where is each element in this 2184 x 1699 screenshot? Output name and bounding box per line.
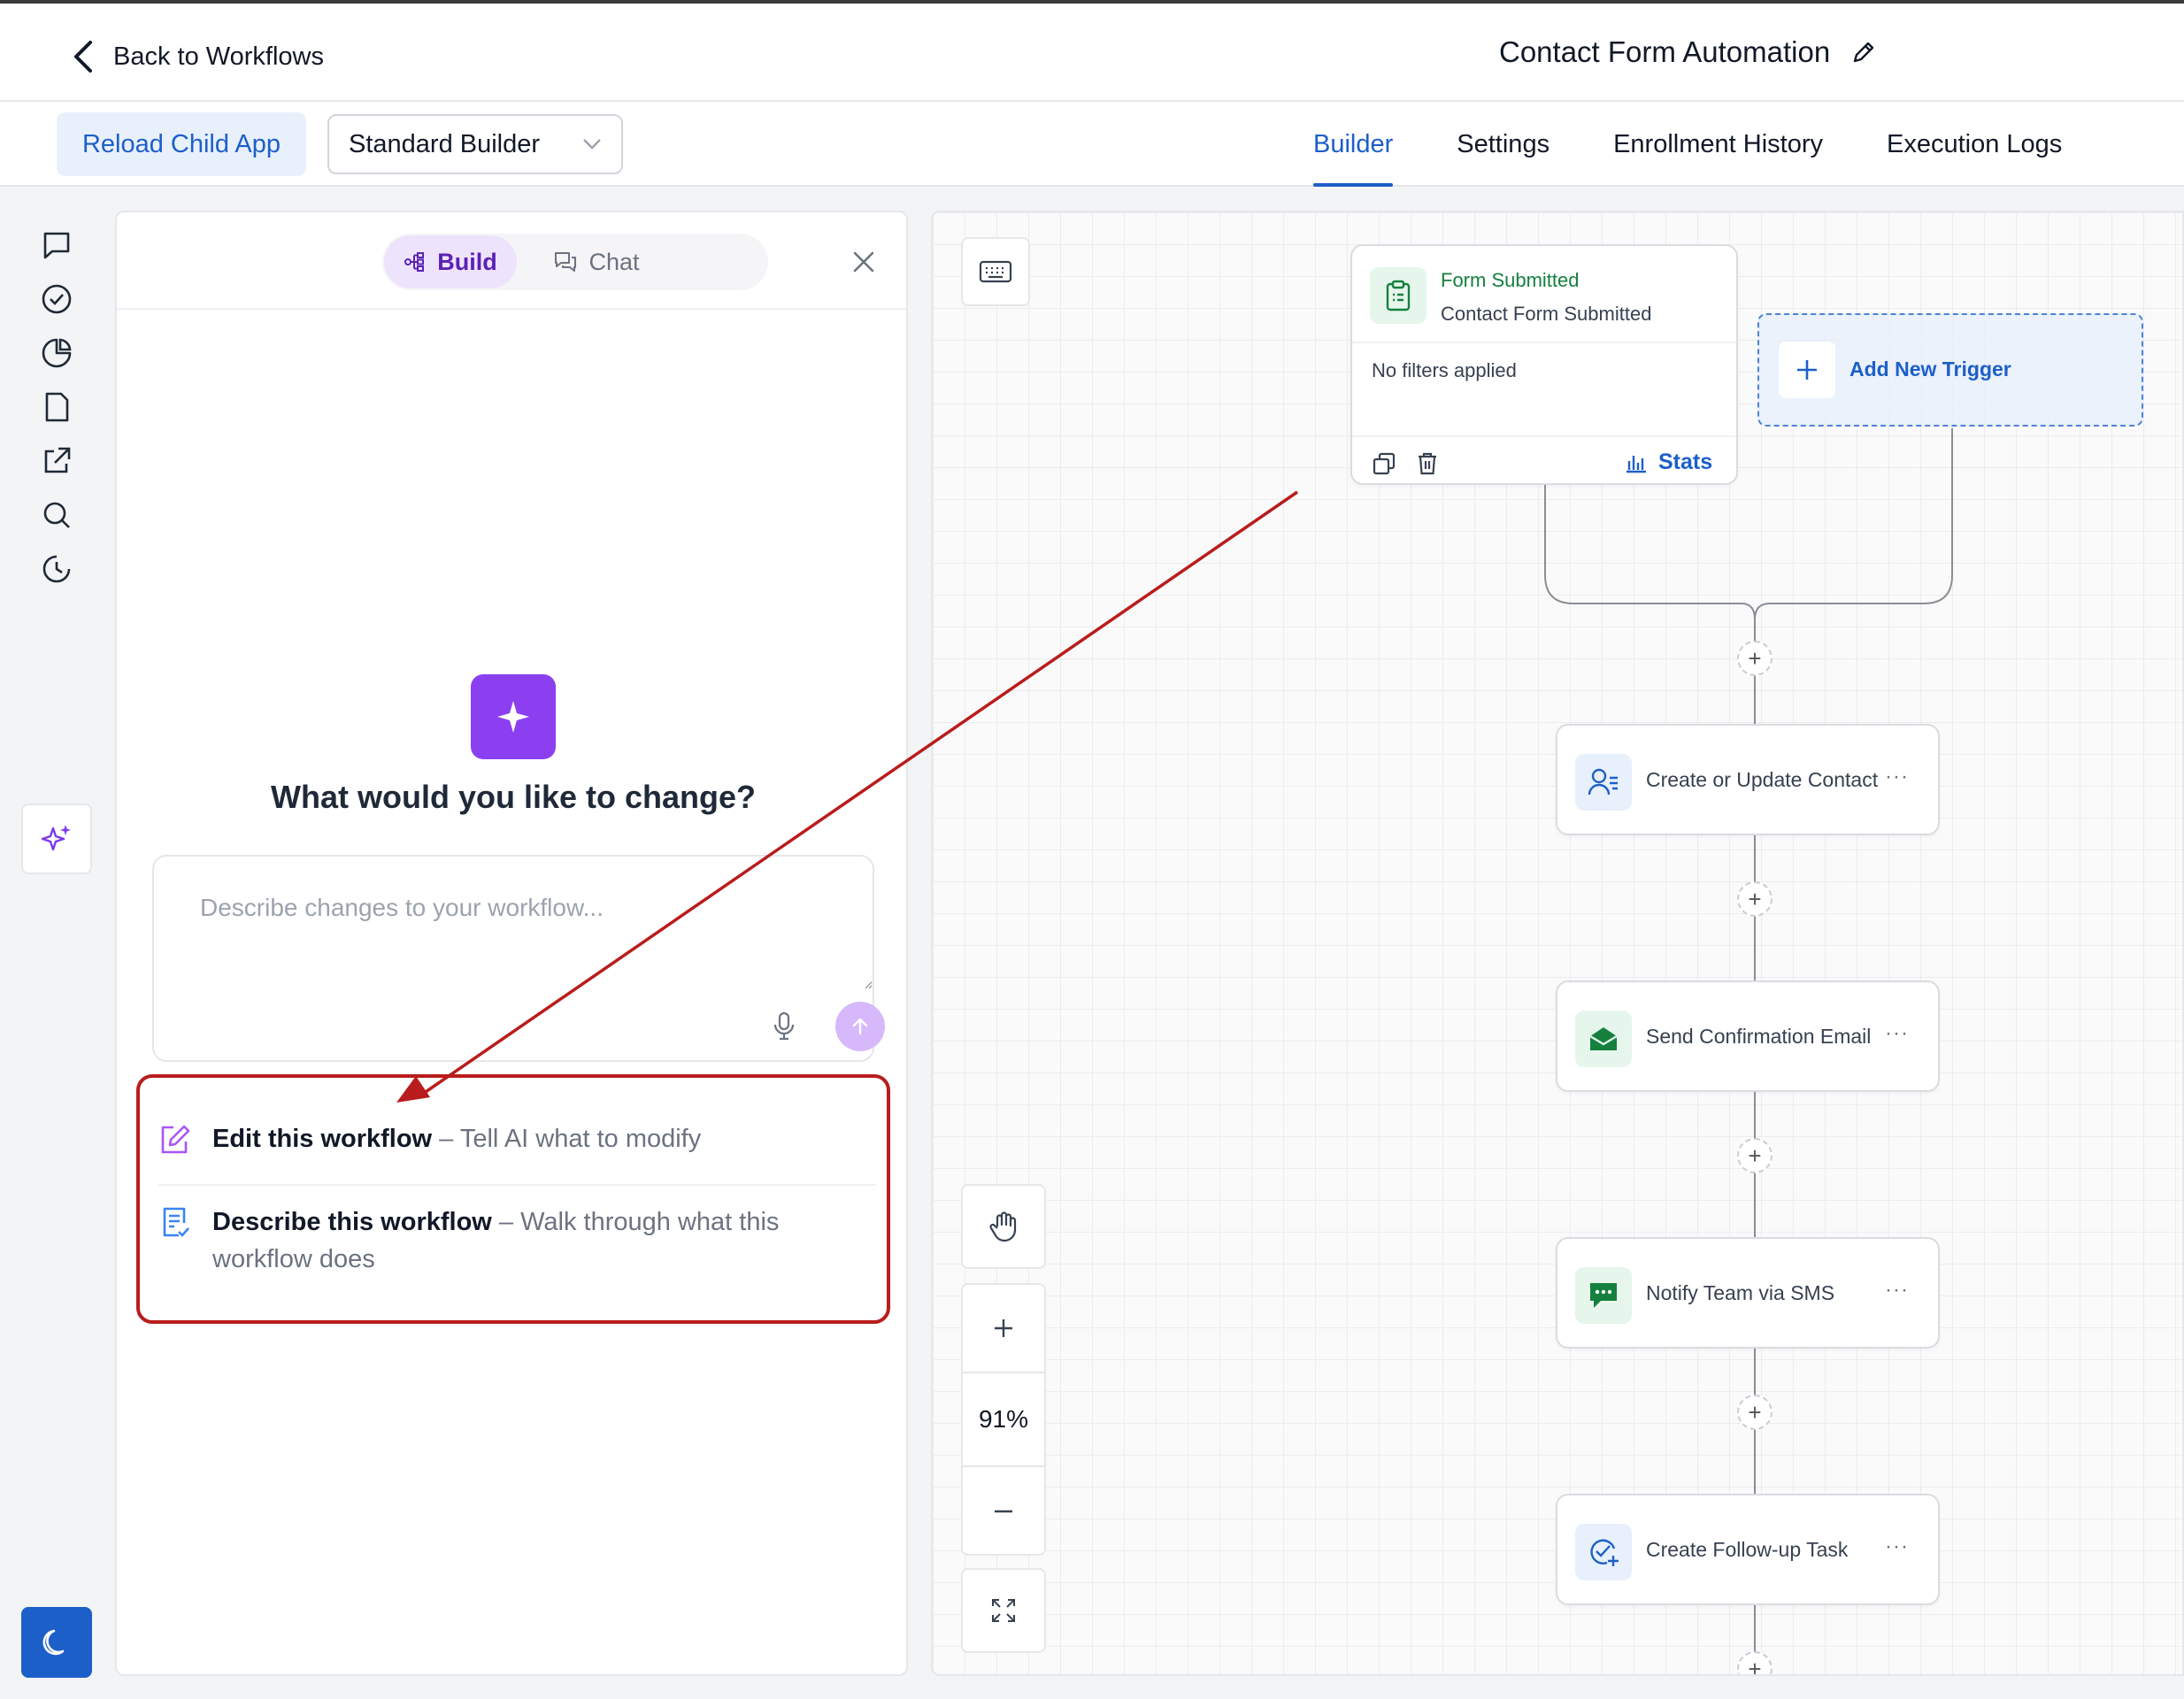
trigger-title: Form Submitted (1441, 269, 1580, 291)
fit-screen-icon[interactable] (961, 1568, 1046, 1653)
builder-mode-value: Standard Builder (349, 129, 541, 158)
back-to-workflows-link[interactable]: Back to Workflows (71, 39, 324, 74)
ai-prompt-box (152, 855, 885, 1062)
chat-bubbles-icon (555, 252, 577, 272)
zoom-level: 91% (963, 1373, 1044, 1467)
tab-builder[interactable]: Builder (1313, 102, 1394, 187)
more-options-icon[interactable]: ··· (1885, 1021, 1909, 1046)
hand-pan-icon[interactable] (961, 1184, 1046, 1269)
add-new-trigger-label: Add New Trigger (1849, 357, 2011, 381)
add-step-button[interactable]: + (1737, 881, 1773, 917)
ai-sparkle-icon (471, 674, 556, 759)
keyboard-icon[interactable] (961, 237, 1030, 306)
minus-icon (995, 1510, 1012, 1513)
add-new-trigger-button[interactable]: Add New Trigger (1757, 313, 2143, 427)
workflow-tabs: Builder Settings Enrollment History Exec… (1313, 102, 2062, 187)
contact-icon (1575, 754, 1632, 811)
trigger-node[interactable]: Form Submitted Contact Form Submitted No… (1350, 244, 1738, 485)
copy-icon[interactable] (1372, 451, 1396, 480)
top-header: Back to Workflows Contact Form Automatio… (0, 0, 2184, 102)
zoom-level-value: 91% (978, 1405, 1029, 1433)
edit-icon (161, 1125, 190, 1154)
suggestion-text: Edit this workflow – Tell AI what to mod… (212, 1120, 701, 1157)
ai-prompt-heading: What would you like to change? (270, 779, 756, 815)
suggestion-divider (158, 1184, 876, 1186)
trigger-divider (1352, 435, 1736, 437)
action-label: Create Follow-up Task (1646, 1538, 1849, 1561)
pencil-icon[interactable] (1849, 38, 1878, 66)
sparkles-icon[interactable] (21, 803, 92, 874)
history-icon[interactable] (21, 534, 92, 604)
back-label: Back to Workflows (113, 42, 324, 71)
bar-chart-icon (1626, 455, 1646, 473)
microphone-icon[interactable] (766, 1009, 802, 1044)
tab-enrollment-history[interactable]: Enrollment History (1613, 102, 1823, 187)
action-label: Send Confirmation Email (1646, 1025, 1872, 1048)
ai-assistant-panel: Build Chat What would you like to change… (115, 211, 908, 1676)
more-options-icon[interactable]: ··· (1885, 765, 1909, 789)
workflow-change-input[interactable] (154, 857, 873, 989)
email-icon (1575, 1011, 1632, 1067)
arrow-up-icon (852, 1018, 868, 1035)
tab-build-label: Build (437, 248, 497, 275)
reload-child-app-button[interactable]: Reload Child App (57, 112, 306, 176)
tab-execution-logs[interactable]: Execution Logs (1887, 102, 2062, 187)
builder-mode-select[interactable]: Standard Builder (327, 114, 623, 174)
more-options-icon[interactable]: ··· (1885, 1534, 1909, 1559)
clipboard-icon (1370, 267, 1427, 324)
action-label: Notify Team via SMS (1646, 1281, 1835, 1304)
add-step-button[interactable]: + (1737, 1395, 1773, 1430)
close-icon[interactable] (846, 244, 881, 280)
workflow-title: Contact Form Automation (1499, 35, 1878, 69)
chevron-left-icon (74, 41, 92, 73)
add-step-button[interactable]: + (1737, 641, 1773, 676)
trigger-divider (1352, 342, 1736, 343)
workflow-icon (404, 252, 425, 272)
tab-build[interactable]: Build (384, 235, 517, 288)
action-node-notify-sms[interactable]: Notify Team via SMS ··· (1556, 1237, 1940, 1349)
add-step-button[interactable]: + (1737, 1138, 1773, 1173)
stats-label: Stats (1658, 450, 1713, 474)
workflow-canvas[interactable]: 91% Form Submitted Contact Form Submitte… (931, 211, 2184, 1676)
tab-chat-label: Chat (588, 248, 640, 275)
suggestion-title: Edit this workflow (212, 1125, 433, 1153)
suggestion-text: Describe this workflow – Walk through wh… (212, 1203, 876, 1278)
moon-icon[interactable] (21, 1607, 92, 1678)
chevron-down-icon (583, 139, 601, 150)
zoom-in-button[interactable] (963, 1285, 1044, 1373)
action-node-create-contact[interactable]: Create or Update Contact ··· (1556, 724, 1940, 835)
zoom-out-button[interactable] (963, 1467, 1044, 1556)
workflow-title-text: Contact Form Automation (1499, 35, 1831, 68)
suggestion-title: Describe this workflow (212, 1208, 492, 1236)
more-options-icon[interactable]: ··· (1885, 1278, 1909, 1303)
send-button[interactable] (835, 1002, 885, 1051)
task-icon (1575, 1524, 1632, 1580)
ai-panel-header: Build Chat (117, 212, 906, 310)
tab-settings[interactable]: Settings (1457, 102, 1550, 187)
suggestions-highlight-box: Edit this workflow – Tell AI what to mod… (136, 1074, 890, 1324)
tab-chat[interactable]: Chat (534, 235, 658, 288)
suggestion-edit-workflow[interactable]: Edit this workflow – Tell AI what to mod… (158, 1120, 876, 1157)
plus-icon (1779, 342, 1835, 398)
left-rail (0, 187, 113, 1699)
document-check-icon (163, 1207, 189, 1237)
builder-toolbar: Reload Child App Standard Builder Builde… (0, 102, 2184, 187)
plus-icon (995, 1319, 1012, 1337)
suggestion-separator: – (432, 1125, 460, 1153)
action-label: Create or Update Contact (1646, 768, 1879, 791)
suggestion-separator: – (491, 1208, 521, 1236)
zoom-controls: 91% (961, 1283, 1046, 1556)
stats-button[interactable]: Stats (1625, 450, 1712, 475)
action-node-follow-up-task[interactable]: Create Follow-up Task ··· (1556, 1494, 1940, 1605)
action-node-send-email[interactable]: Send Confirmation Email ··· (1556, 980, 1940, 1092)
sms-icon (1575, 1267, 1632, 1324)
trigger-filters: No filters applied (1372, 359, 1517, 381)
trash-icon[interactable] (1416, 451, 1439, 480)
trigger-subtitle: Contact Form Submitted (1441, 303, 1652, 325)
mode-toggle: Build Chat (382, 234, 768, 290)
suggestion-describe-workflow[interactable]: Describe this workflow – Walk through wh… (158, 1203, 876, 1278)
suggestion-description: Tell AI what to modify (459, 1125, 702, 1153)
